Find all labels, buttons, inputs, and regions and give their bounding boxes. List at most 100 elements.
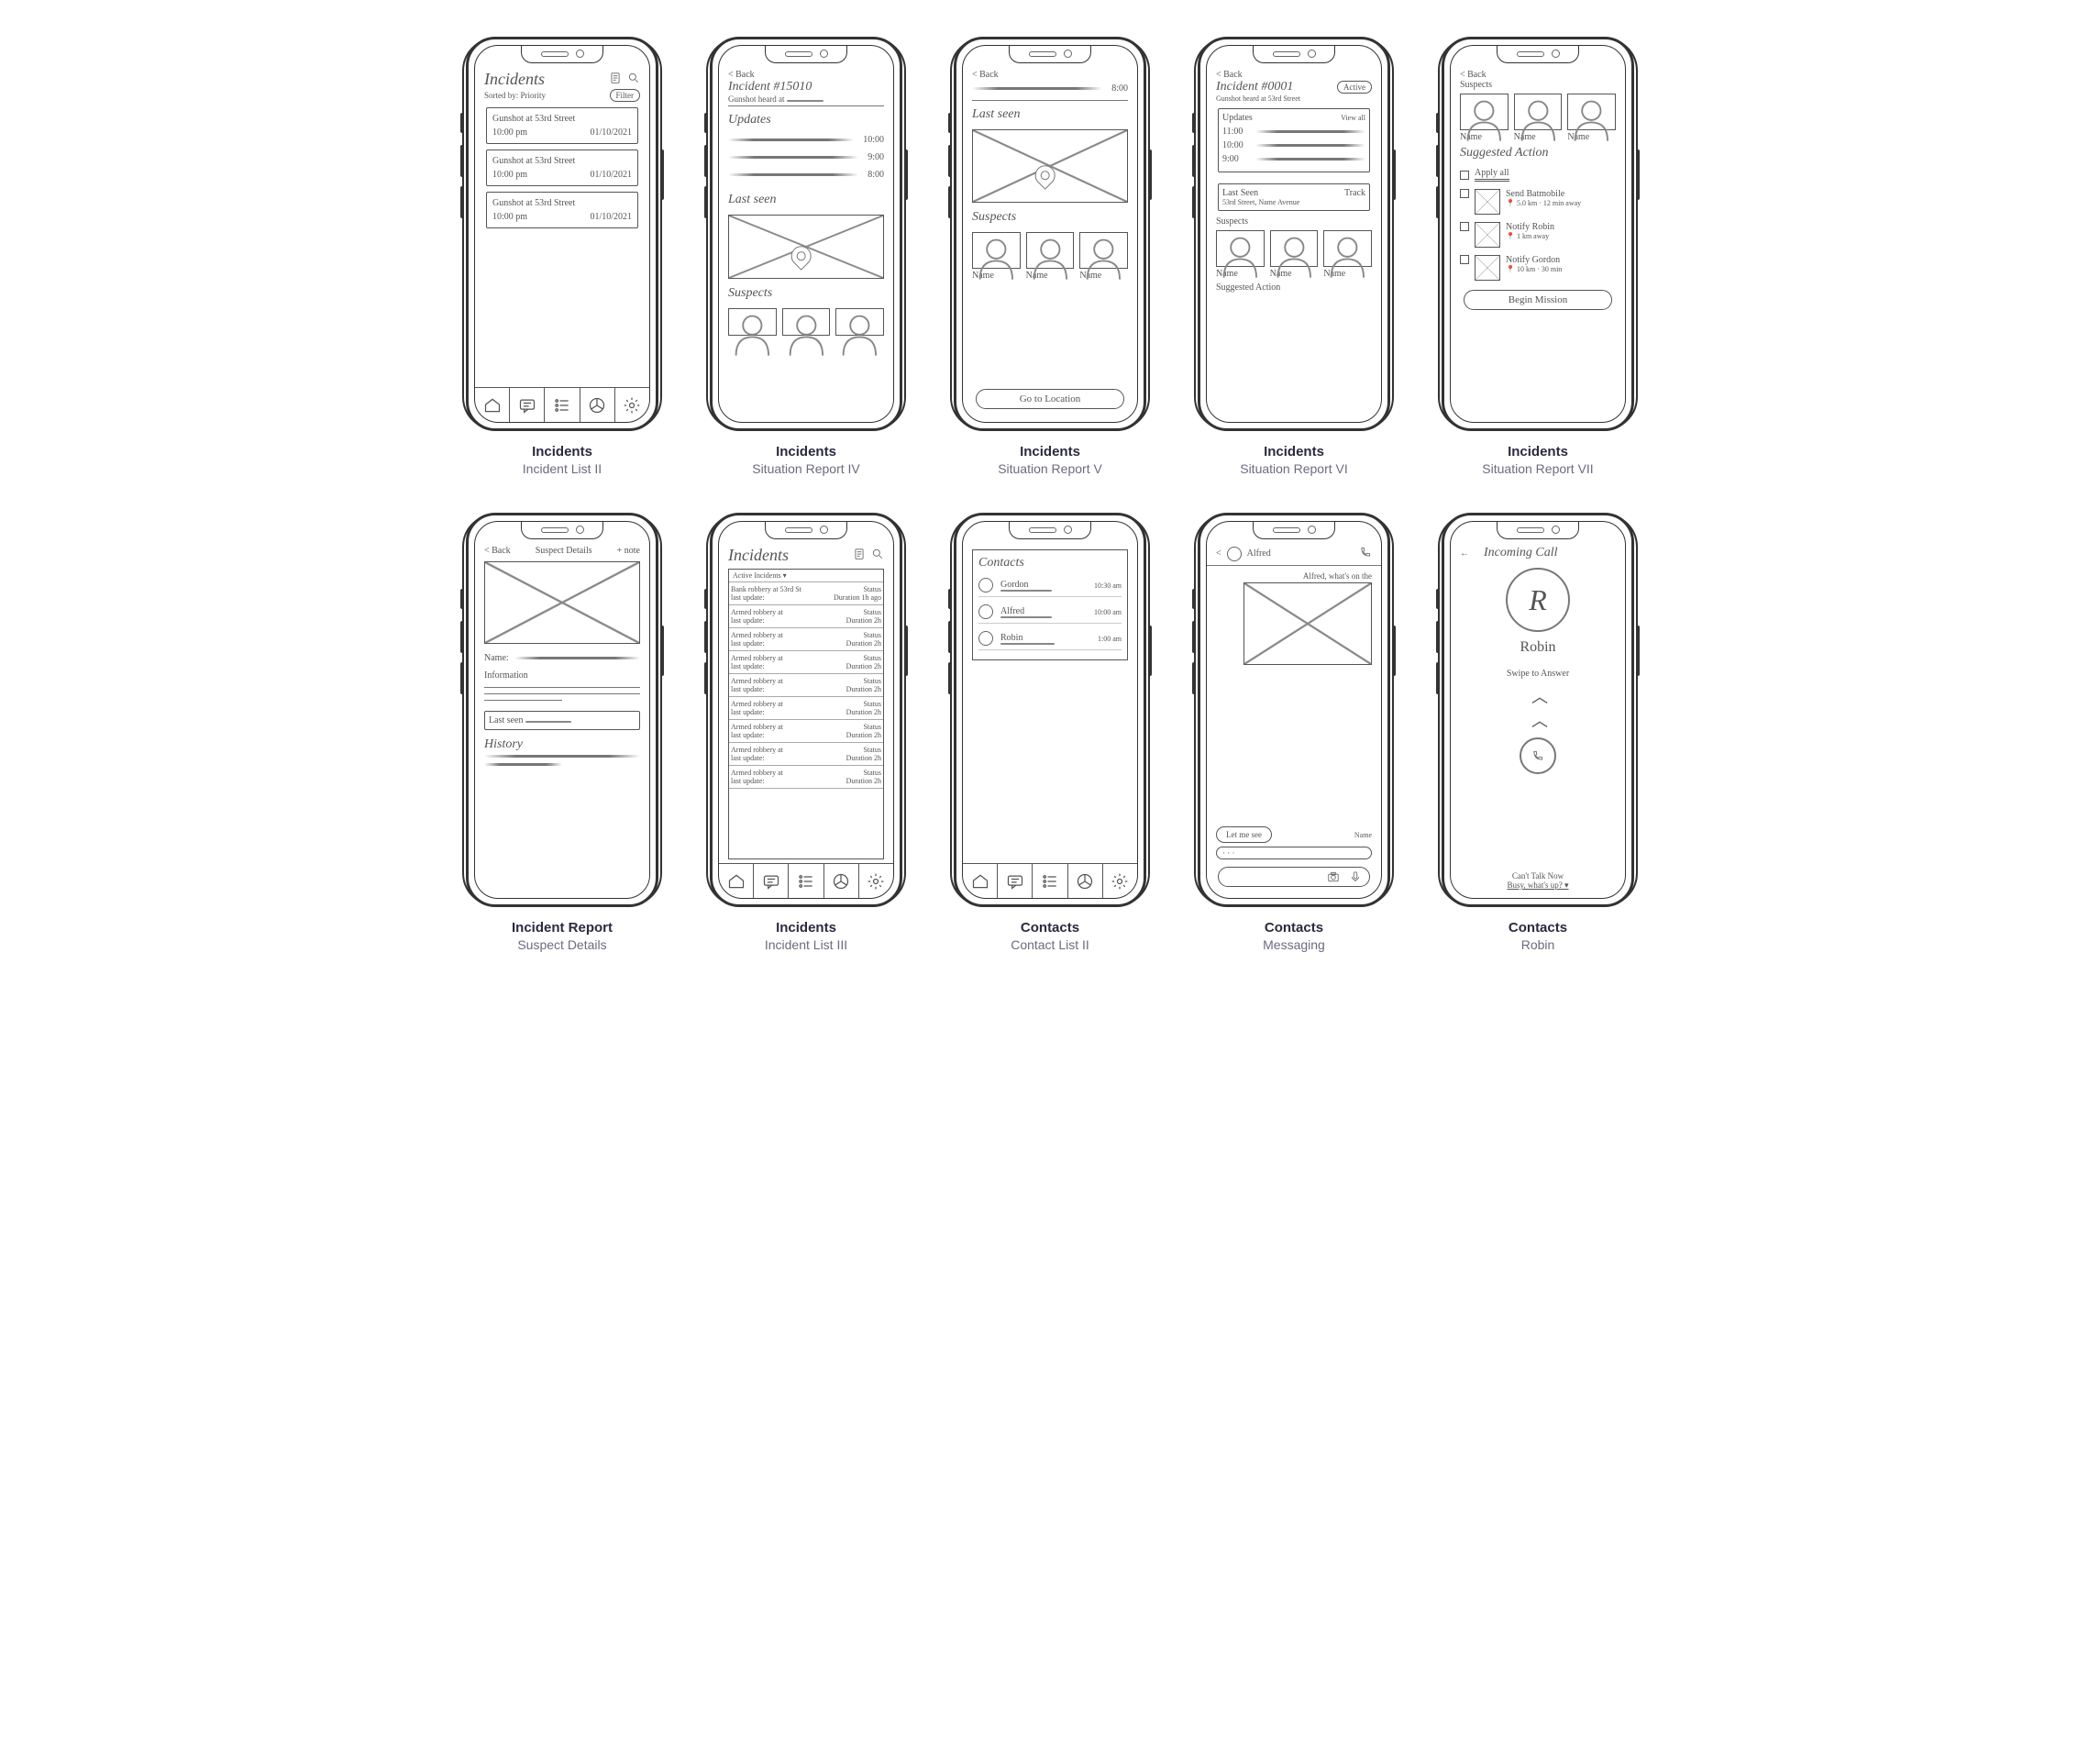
tab-chat[interactable] — [998, 864, 1033, 898]
lastseen-heading: Last seen — [972, 107, 1128, 122]
tab-wheel[interactable] — [824, 864, 859, 898]
suspect-card[interactable]: Name — [1270, 230, 1319, 279]
suspect-card[interactable]: Name — [1514, 94, 1563, 142]
action-row[interactable]: Notify Robin📍 1 km away — [1460, 222, 1616, 248]
checkbox[interactable] — [1460, 255, 1469, 264]
tab-wheel[interactable] — [580, 388, 615, 422]
suspect-card[interactable]: Name — [1026, 232, 1075, 281]
image-attachment[interactable] — [1243, 582, 1372, 665]
contact-row[interactable]: Gordon 10:30 am — [978, 574, 1122, 597]
contact-row[interactable]: Robin 1:00 am — [978, 627, 1122, 650]
tab-list[interactable] — [1033, 864, 1067, 898]
camera-icon[interactable] — [1327, 870, 1340, 883]
suspect-card[interactable]: Name — [1460, 94, 1509, 142]
document-icon[interactable] — [609, 72, 622, 87]
back-link[interactable]: < Back — [484, 546, 511, 556]
avatar-placeholder[interactable] — [782, 308, 831, 336]
row-status: Status — [846, 677, 881, 685]
update-row[interactable]: 10:00 — [728, 135, 884, 145]
action-row[interactable]: Send Batmobile📍 5.0 km · 12 min away — [1460, 189, 1616, 215]
suspect-card[interactable]: Name — [972, 232, 1021, 281]
message-input-bar[interactable] — [1218, 867, 1370, 887]
begin-mission-button[interactable]: Begin Mission — [1464, 290, 1612, 310]
status-badge: Active — [1337, 81, 1372, 94]
incident-row[interactable]: Bank robbery at 53rd Stlast update: Stat… — [729, 582, 883, 605]
update-row[interactable]: 8:00 — [728, 170, 884, 180]
tab-home[interactable] — [475, 388, 510, 422]
incident-row[interactable]: Armed robbery atlast update: StatusDurat… — [729, 651, 883, 674]
incident-card[interactable]: Gunshot at 53rd Street 10:00 pm01/10/202… — [486, 192, 638, 228]
incident-row[interactable]: Armed robbery atlast update: StatusDurat… — [729, 674, 883, 697]
update-time: 8:00 — [868, 170, 884, 180]
suspect-card[interactable]: Name — [1216, 230, 1265, 279]
incident-card[interactable]: Gunshot at 53rd Street 10:00 pm01/10/202… — [486, 150, 638, 186]
tab-chat[interactable] — [510, 388, 545, 422]
tab-wheel[interactable] — [1068, 864, 1103, 898]
incident-row[interactable]: Armed robbery atlast update: StatusDurat… — [729, 743, 883, 766]
caption-group: Incidents — [998, 444, 1102, 460]
update-time: 9:00 — [1222, 154, 1250, 164]
add-note-button[interactable]: + note — [617, 546, 640, 556]
phone-icon[interactable] — [1359, 546, 1372, 561]
update-row[interactable]: 11:00 — [1222, 127, 1365, 137]
search-icon[interactable] — [871, 548, 884, 563]
tab-home[interactable] — [963, 864, 998, 898]
update-row[interactable]: 9:00 — [728, 152, 884, 162]
checkbox[interactable] — [1460, 189, 1469, 198]
tab-bar — [963, 863, 1137, 898]
tab-home[interactable] — [719, 864, 754, 898]
avatar-placeholder — [1460, 94, 1509, 130]
incident-row[interactable]: Armed robbery atlast update: StatusDurat… — [729, 628, 883, 651]
suspect-card[interactable]: Name — [1079, 232, 1128, 281]
tab-settings[interactable] — [859, 864, 893, 898]
action-row[interactable]: Notify Gordon📍 10 km · 30 min — [1460, 255, 1616, 281]
row-sub: last update: — [731, 593, 801, 602]
tab-settings[interactable] — [1103, 864, 1137, 898]
back-link[interactable]: < Back — [1460, 70, 1616, 80]
filter-button[interactable]: Filter — [610, 89, 641, 102]
map-placeholder[interactable] — [972, 129, 1128, 203]
track-link[interactable]: Track — [1344, 188, 1365, 198]
incident-row[interactable]: Armed robbery atlast update: StatusDurat… — [729, 766, 883, 789]
wireframe: Incidents Sorted by: Priority Filter Gun… — [454, 37, 670, 476]
row-duration: Duration 2h — [846, 639, 881, 648]
section-header[interactable]: Active Incidents ▾ — [729, 570, 883, 582]
avatar-placeholder[interactable] — [835, 308, 884, 336]
checkbox[interactable] — [1460, 171, 1469, 180]
apply-all-button[interactable]: Apply all — [1475, 168, 1509, 182]
checkbox[interactable] — [1460, 222, 1469, 231]
incident-row[interactable]: Armed robbery atlast update: StatusDurat… — [729, 605, 883, 628]
answer-button[interactable] — [1520, 737, 1556, 774]
incident-card[interactable]: Gunshot at 53rd Street 10:00 pm01/10/202… — [486, 107, 638, 144]
back-link[interactable]: < Back — [1216, 70, 1372, 80]
tab-chat[interactable] — [754, 864, 789, 898]
goto-location-button[interactable]: Go to Location — [976, 389, 1124, 409]
avatar-placeholder — [1026, 232, 1075, 269]
update-row[interactable]: 9:00 — [1222, 154, 1365, 164]
back-link[interactable]: < Back — [972, 70, 1128, 80]
back-link[interactable]: < Back — [728, 70, 884, 80]
contact-row[interactable]: Alfred 10:00 am — [978, 601, 1122, 624]
search-icon[interactable] — [627, 72, 640, 87]
tab-list[interactable] — [789, 864, 823, 898]
update-row[interactable]: 10:00 — [1222, 140, 1365, 150]
caption-name: Suspect Details — [512, 937, 613, 952]
suspect-card[interactable]: Name — [1567, 94, 1616, 142]
incident-title: Gunshot at 53rd Street — [492, 156, 632, 166]
back-link[interactable]: ← — [1460, 548, 1469, 559]
incident-row[interactable]: Armed robbery atlast update: StatusDurat… — [729, 697, 883, 720]
incident-row[interactable]: Armed robbery atlast update: StatusDurat… — [729, 720, 883, 743]
avatar-placeholder[interactable] — [728, 308, 777, 336]
mic-icon[interactable] — [1349, 870, 1362, 883]
map-placeholder[interactable] — [728, 215, 884, 279]
viewall-link[interactable]: View all — [1341, 114, 1365, 122]
tab-settings[interactable] — [615, 388, 649, 422]
row-sub: last update: — [731, 708, 783, 716]
page-title: Incident #0001 — [1216, 80, 1293, 94]
quick-reply-button[interactable]: Busy, what's up? ▾ — [1460, 880, 1616, 891]
suspect-card[interactable]: Name — [1323, 230, 1372, 279]
back-link[interactable]: < — [1216, 548, 1221, 559]
row-status: Status — [834, 585, 881, 593]
document-icon[interactable] — [853, 548, 866, 563]
tab-list[interactable] — [545, 388, 580, 422]
